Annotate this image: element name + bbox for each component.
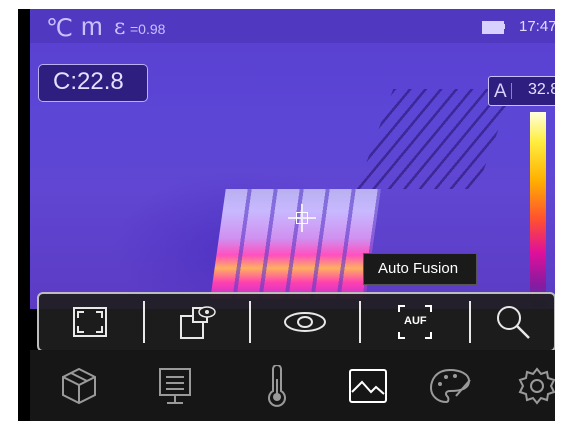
- battery-icon: [482, 21, 504, 34]
- settings-button[interactable]: [465, 350, 555, 421]
- monitor-icon: [159, 368, 191, 404]
- picture-in-picture-icon: [180, 306, 216, 339]
- mode-tooltip: Auto Fusion: [363, 253, 477, 285]
- emissivity-symbol: ε: [114, 15, 126, 40]
- visible-eye-icon: [284, 312, 326, 332]
- battery-tip: [503, 24, 505, 29]
- center-temperature-label: C:22.8: [53, 68, 124, 95]
- emissivity-value: =0.98: [130, 21, 166, 37]
- range-mode-indicator: A: [494, 81, 507, 102]
- measurement-button[interactable]: [204, 350, 291, 421]
- range-separator: [511, 83, 512, 99]
- auto-fusion-label: AUF: [404, 315, 427, 327]
- measure-mode-indicator: m: [81, 11, 103, 41]
- zoom-button[interactable]: [471, 294, 554, 350]
- display-button[interactable]: [117, 350, 204, 421]
- main-menu-bar: [30, 350, 555, 421]
- device-screen: ℃ m ε =0.98 17:47 C:22.8 A 32.8 Auto Fus…: [18, 9, 555, 421]
- color-palette-scale: [530, 112, 546, 307]
- visible-image-button[interactable]: [251, 294, 359, 350]
- fullscreen-button[interactable]: [39, 294, 143, 350]
- temperature-unit: ℃: [46, 15, 73, 42]
- range-max-value: 32.8: [528, 81, 555, 98]
- magnifier-icon: [497, 306, 530, 339]
- storage-button[interactable]: [30, 350, 117, 421]
- image-mode-button[interactable]: [291, 350, 387, 421]
- palette-button[interactable]: [378, 350, 471, 421]
- image-mode-submenu: AUF: [37, 292, 555, 352]
- settings-gear-icon: [518, 367, 555, 405]
- auto-fusion-button[interactable]: AUF: [361, 294, 469, 350]
- box-icon: [62, 367, 96, 405]
- clock-time: 17:47: [519, 18, 555, 35]
- tooltip-text: Auto Fusion: [378, 260, 459, 277]
- status-bar: [30, 9, 555, 43]
- center-crosshair-icon: [288, 204, 316, 232]
- fullscreen-icon: [73, 307, 107, 337]
- thermometer-icon: [268, 365, 286, 407]
- center-temperature-readout: C:22.8: [38, 64, 148, 102]
- picture-in-picture-button[interactable]: [145, 294, 249, 350]
